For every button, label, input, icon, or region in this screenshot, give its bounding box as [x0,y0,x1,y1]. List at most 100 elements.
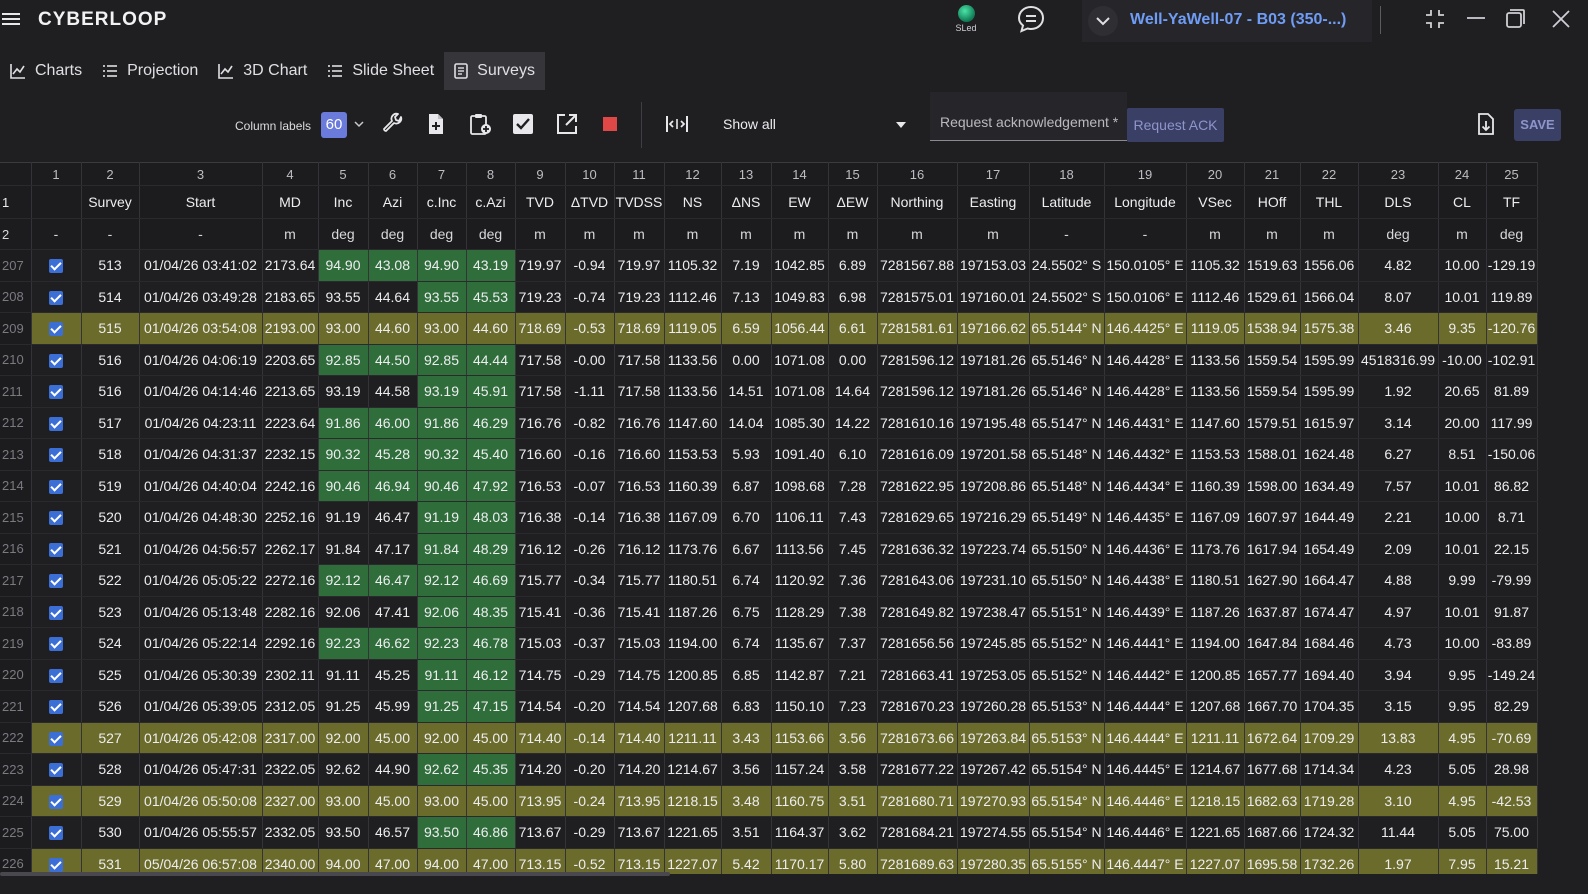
column-header-cell[interactable]: 8 [466,162,516,186]
row-checkbox-cell[interactable] [31,501,82,534]
table-cell[interactable]: 90.32 [417,438,467,471]
table-cell[interactable]: 717.58 [614,375,665,408]
table-cell[interactable]: -10.00 [1438,344,1487,376]
table-cell[interactable]: 716.76 [614,407,665,439]
table-cell[interactable]: 5.93 [721,438,772,471]
table-cell[interactable]: 1598.00 [1244,470,1301,502]
table-cell[interactable]: 1207.68 [664,690,722,723]
column-header-cell[interactable]: 9 [515,162,566,186]
table-cell[interactable]: 10.00 [1438,627,1487,660]
table-cell[interactable]: 11.44 [1358,816,1439,849]
table-cell[interactable]: 1559.54 [1244,375,1301,408]
table-cell[interactable]: 1133.56 [664,375,722,408]
table-cell[interactable]: 1091.40 [771,438,829,471]
table-cell[interactable]: 1732.26 [1300,848,1359,874]
table-cell[interactable]: 14.04 [721,407,772,439]
column-header-cell[interactable]: Start [139,185,263,219]
table-row[interactable]: 212 517 01/04/26 04:23:11 2223.64 91.86 46.00… [0,407,1538,439]
table-cell[interactable]: 93.55 [318,281,369,313]
table-cell[interactable]: 717.58 [515,344,566,376]
table-cell[interactable]: 1106.11 [771,501,829,534]
table-cell[interactable]: 526 [81,690,140,723]
table-cell[interactable]: 7281622.95 [877,470,958,502]
table-cell[interactable]: 520 [81,501,140,534]
table-cell[interactable]: -120.76 [1486,312,1538,345]
table-cell[interactable]: 94.00 [417,848,467,874]
table-cell[interactable]: 65.5153° N [1029,690,1105,723]
table-cell[interactable]: 5.05 [1438,753,1487,786]
table-cell[interactable]: 1042.85 [771,249,829,282]
table-cell[interactable]: -83.89 [1486,627,1538,660]
column-header-cell[interactable]: m [1438,218,1487,250]
column-header-cell[interactable]: deg [318,218,369,250]
table-cell[interactable]: 90.46 [417,470,467,502]
table-cell[interactable]: 10.01 [1438,281,1487,313]
table-row[interactable]: 209 515 01/04/26 03:54:08 2193.00 93.00 44.60… [0,312,1538,345]
table-cell[interactable]: 717.58 [515,375,566,408]
checkbox-checked-icon[interactable] [49,511,63,526]
checkbox-checked-icon[interactable] [49,700,63,715]
table-cell[interactable]: 516 [81,375,140,408]
column-header-cell[interactable]: ΔNS [721,185,772,219]
table-cell[interactable]: -79.99 [1486,564,1538,597]
tab-charts[interactable]: Charts [0,52,92,90]
add-file-icon[interactable] [424,112,448,136]
table-cell[interactable]: 1615.97 [1300,407,1359,439]
table-cell[interactable]: 94.90 [318,249,369,282]
table-cell[interactable]: 10.01 [1438,533,1487,565]
table-cell[interactable]: -149.24 [1486,659,1538,691]
table-cell[interactable]: 527 [81,722,140,754]
table-cell[interactable]: 715.03 [515,627,566,660]
table-cell[interactable]: 714.40 [614,722,665,754]
table-cell[interactable]: 1133.56 [664,344,722,376]
table-cell[interactable]: 6.27 [1358,438,1439,471]
table-cell[interactable]: 1607.97 [1244,501,1301,534]
column-header-cell[interactable] [31,185,82,219]
table-cell[interactable]: -0.52 [565,848,615,874]
column-header-cell[interactable]: TVD [515,185,566,219]
table-cell[interactable]: 7281670.23 [877,690,958,723]
table-cell[interactable]: 1687.66 [1244,816,1301,849]
table-cell[interactable]: 7.28 [828,470,878,502]
well-title[interactable]: Well-YaWell-07 - B03 (350-...) [1130,11,1346,29]
table-cell[interactable]: 75.00 [1486,816,1538,849]
table-cell[interactable]: 1214.67 [664,753,722,786]
row-checkbox-cell[interactable] [31,690,82,723]
table-cell[interactable]: 94.00 [318,848,369,874]
table-cell[interactable]: 197181.26 [957,375,1030,408]
table-cell[interactable]: 197166.62 [957,312,1030,345]
table-cell[interactable]: 6.83 [721,690,772,723]
table-cell[interactable]: 44.90 [368,753,418,786]
column-header-cell[interactable]: TF [1486,185,1538,219]
table-cell[interactable]: 65.5154° N [1029,785,1105,817]
table-cell[interactable]: 2282.16 [262,596,319,628]
table-cell[interactable]: 24.5502° S [1029,281,1105,313]
table-cell[interactable]: 1187.26 [1186,596,1245,628]
fit-columns-icon[interactable] [665,112,689,136]
caret-down-icon[interactable] [895,121,907,129]
table-cell[interactable]: 91.19 [318,501,369,534]
table-cell[interactable]: 7281567.88 [877,249,958,282]
table-cell[interactable]: 65.5153° N [1029,722,1105,754]
table-cell[interactable]: 2327.00 [262,785,319,817]
open-external-icon[interactable] [555,112,579,136]
table-cell[interactable]: 713.95 [614,785,665,817]
table-cell[interactable]: 6.67 [721,533,772,565]
table-cell[interactable]: 1218.15 [664,785,722,817]
table-cell[interactable]: 44.58 [368,375,418,408]
table-cell[interactable]: 91.11 [318,659,369,691]
checkbox-checked-icon[interactable] [49,259,63,274]
hamburger-menu-icon[interactable] [2,10,20,28]
column-header-cell[interactable]: - [139,218,263,250]
table-cell[interactable]: 146.4447° E [1104,848,1187,874]
table-cell[interactable]: 197245.85 [957,627,1030,660]
column-header-cell[interactable]: 13 [721,162,772,186]
table-cell[interactable]: 1667.70 [1244,690,1301,723]
column-header-cell[interactable]: - [31,218,82,250]
column-header-cell[interactable]: Longitude [1104,185,1187,219]
row-checkbox-cell[interactable] [31,438,82,471]
table-cell[interactable]: 3.48 [721,785,772,817]
table-cell[interactable]: 01/04/26 04:14:46 [139,375,263,408]
table-cell[interactable]: 43.19 [466,249,516,282]
table-cell[interactable]: 1634.49 [1300,470,1359,502]
